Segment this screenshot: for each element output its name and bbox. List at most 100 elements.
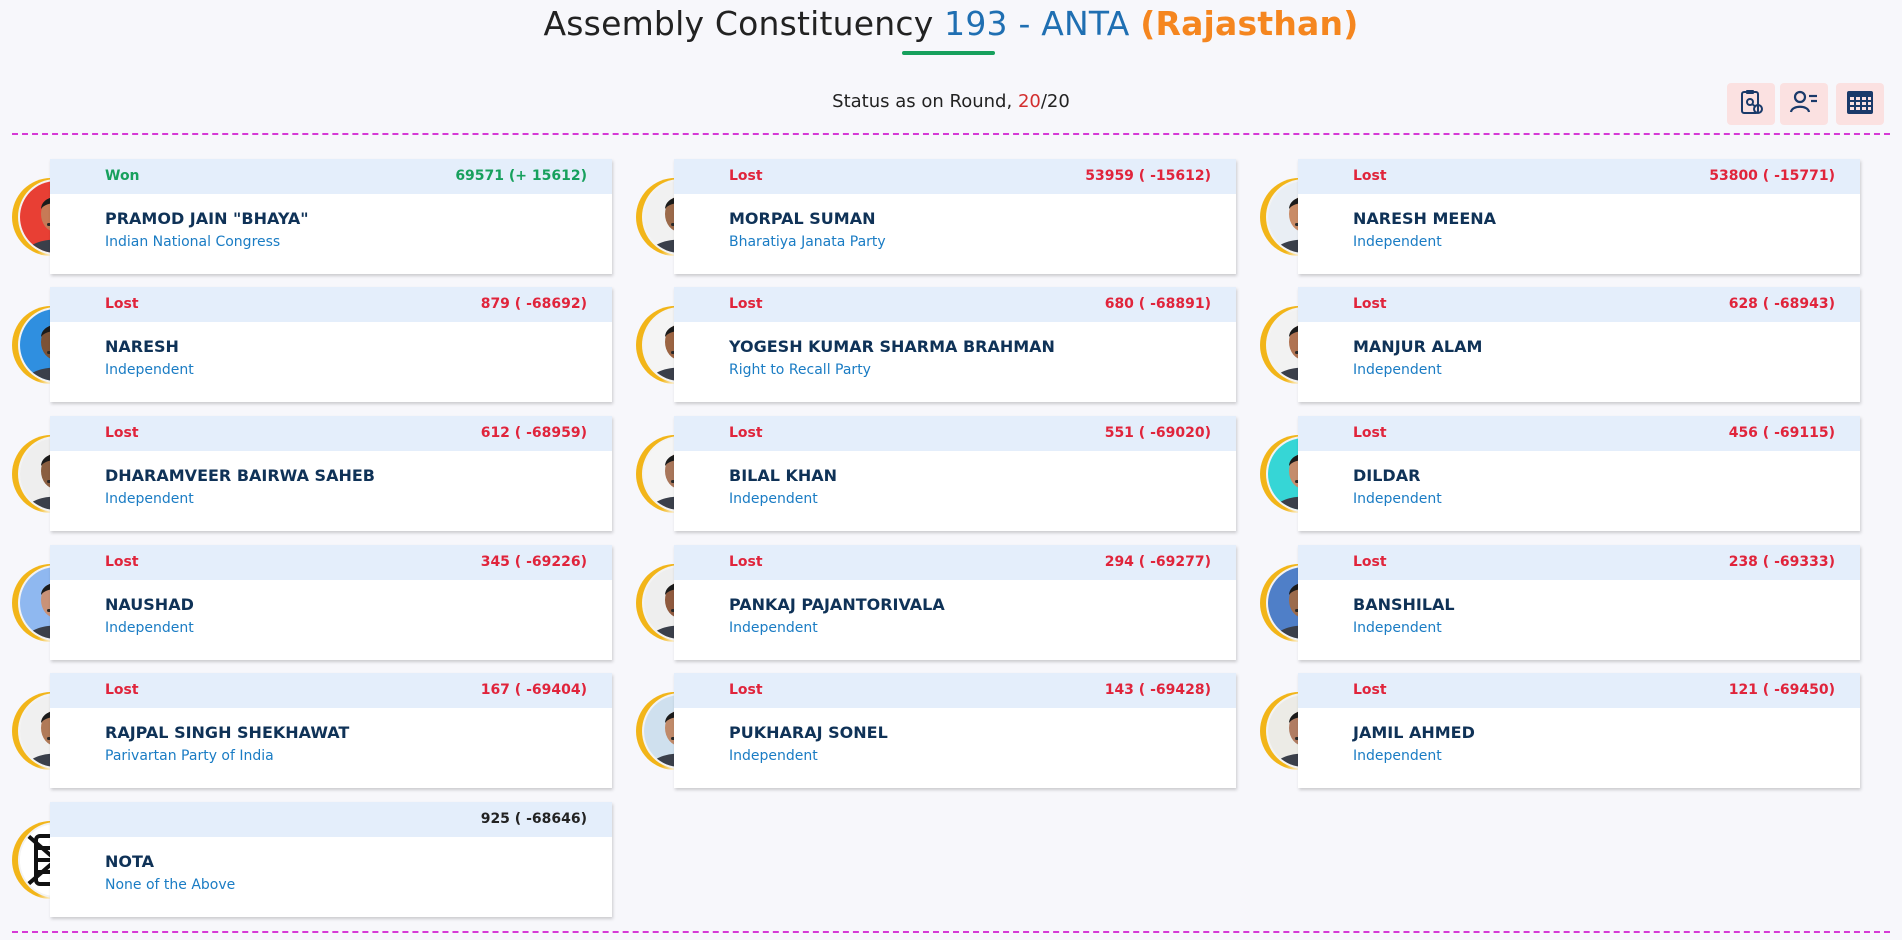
candidate-card-body: 925 ( -68646) NOTA None of the Above [50, 802, 612, 917]
result-status: Lost [729, 425, 763, 441]
party-name: Right to Recall Party [729, 362, 871, 378]
vote-count: 680 ( -68891) [1104, 296, 1211, 312]
vote-count: 238 ( -69333) [1728, 554, 1835, 570]
vote-count: 143 ( -69428) [1104, 682, 1211, 698]
candidate-card-body: Lost 551 ( -69020) BILAL KHAN Independen… [674, 416, 1236, 531]
title-prefix: Assembly Constituency [543, 4, 934, 43]
candidate-card[interactable]: Lost 680 ( -68891) YOGESH KUMAR SHARMA B… [630, 287, 1236, 402]
candidate-name: DHARAMVEER BAIRWA SAHEB [105, 466, 375, 485]
vote-count: 167 ( -69404) [480, 682, 587, 698]
result-status: Lost [105, 554, 139, 570]
candidate-card[interactable]: Lost 879 ( -68692) NARESH Independent [6, 287, 612, 402]
current-round: 20 [1017, 91, 1041, 112]
party-name: None of the Above [105, 877, 236, 893]
candidate-card-body: Lost 53800 ( -15771) NARESH MEENA Indepe… [1298, 159, 1860, 274]
result-status: Lost [729, 168, 763, 184]
party-name: Bharatiya Janata Party [729, 234, 886, 250]
candidate-card[interactable]: Won 69571 (+ 15612) PRAMOD JAIN "BHAYA" … [6, 159, 612, 274]
result-status: Lost [1353, 554, 1387, 570]
candidate-card[interactable]: Lost 53959 ( -15612) MORPAL SUMAN Bharat… [630, 159, 1236, 274]
candidate-name: NARESH [105, 337, 179, 356]
candidate-card-body: Lost 680 ( -68891) YOGESH KUMAR SHARMA B… [674, 287, 1236, 402]
result-status: Lost [105, 682, 139, 698]
party-name: Independent [1353, 491, 1442, 507]
candidate-card[interactable]: Lost 238 ( -69333) BANSHILAL Independent [1254, 545, 1860, 660]
candidate-card-body: Lost 238 ( -69333) BANSHILAL Independent [1298, 545, 1860, 660]
candidate-name: DILDAR [1353, 466, 1421, 485]
candidate-card-body: Won 69571 (+ 15612) PRAMOD JAIN "BHAYA" … [50, 159, 612, 274]
candidate-card[interactable]: Lost 345 ( -69226) NAUSHAD Independent [6, 545, 612, 660]
candidate-name: PANKAJ PAJANTORIVALA [729, 595, 945, 614]
candidate-card-body: Lost 628 ( -68943) MANJUR ALAM Independe… [1298, 287, 1860, 402]
party-name: Independent [729, 491, 818, 507]
clipboard-chart-icon [1736, 87, 1766, 121]
round-status-label: Status as on Round, [832, 91, 1013, 112]
vote-count: 121 ( -69450) [1728, 682, 1835, 698]
state-name: (Rajasthan) [1140, 4, 1359, 43]
candidate-name: MORPAL SUMAN [729, 209, 876, 228]
vote-count: 53800 ( -15771) [1709, 168, 1835, 184]
vote-count: 53959 ( -15612) [1085, 168, 1211, 184]
candidate-card[interactable]: Lost 294 ( -69277) PANKAJ PAJANTORIVALA … [630, 545, 1236, 660]
candidate-card-body: Lost 612 ( -68959) DHARAMVEER BAIRWA SAH… [50, 416, 612, 531]
candidate-card-body: Lost 345 ( -69226) NAUSHAD Independent [50, 545, 612, 660]
calendar-grid-button[interactable] [1836, 83, 1884, 125]
candidate-card[interactable]: Lost 121 ( -69450) JAMIL AHMED Independe… [1254, 673, 1860, 788]
vote-count: 925 ( -68646) [480, 811, 587, 827]
party-name: Indian National Congress [105, 234, 281, 250]
party-name: Independent [729, 748, 818, 764]
candidate-name: YOGESH KUMAR SHARMA BRAHMAN [729, 337, 1055, 356]
result-status: Lost [1353, 682, 1387, 698]
party-name: Independent [729, 620, 818, 636]
party-name: Independent [1353, 748, 1442, 764]
result-status: Lost [105, 425, 139, 441]
result-status: Lost [1353, 168, 1387, 184]
top-divider [12, 133, 1890, 135]
candidate-card[interactable]: Lost 53800 ( -15771) NARESH MEENA Indepe… [1254, 159, 1860, 274]
page-title: Assembly Constituency 193 - ANTA (Rajast… [0, 4, 1902, 43]
vote-count: 551 ( -69020) [1104, 425, 1211, 441]
candidate-card-body: Lost 294 ( -69277) PANKAJ PAJANTORIVALA … [674, 545, 1236, 660]
candidate-card[interactable]: Lost 456 ( -69115) DILDAR Independent [1254, 416, 1860, 531]
vote-count: 69571 (+ 15612) [455, 168, 587, 184]
candidate-card[interactable]: Lost 167 ( -69404) RAJPAL SINGH SHEKHAWA… [6, 673, 612, 788]
result-status: Lost [729, 296, 763, 312]
user-list-button[interactable] [1780, 83, 1828, 125]
candidate-card-body: Lost 167 ( -69404) RAJPAL SINGH SHEKHAWA… [50, 673, 612, 788]
candidate-name: BANSHILAL [1353, 595, 1455, 614]
candidate-name: RAJPAL SINGH SHEKHAWAT [105, 723, 350, 742]
result-status: Lost [1353, 296, 1387, 312]
clipboard-chart-button[interactable] [1727, 83, 1775, 125]
party-name: Independent [105, 491, 194, 507]
vote-count: 612 ( -68959) [480, 425, 587, 441]
result-status: Lost [1353, 425, 1387, 441]
vote-count: 345 ( -69226) [480, 554, 587, 570]
candidate-card[interactable]: Lost 551 ( -69020) BILAL KHAN Independen… [630, 416, 1236, 531]
constituency-number: 193 [944, 4, 1008, 43]
party-name: Independent [105, 620, 194, 636]
vote-count: 879 ( -68692) [480, 296, 587, 312]
candidate-card-body: Lost 879 ( -68692) NARESH Independent [50, 287, 612, 402]
candidate-name: NARESH MEENA [1353, 209, 1497, 228]
candidate-card[interactable]: Lost 628 ( -68943) MANJUR ALAM Independe… [1254, 287, 1860, 402]
candidate-card[interactable]: Lost 143 ( -69428) PUKHARAJ SONEL Indepe… [630, 673, 1236, 788]
candidate-card-body: Lost 143 ( -69428) PUKHARAJ SONEL Indepe… [674, 673, 1236, 788]
vote-count: 628 ( -68943) [1728, 296, 1835, 312]
title-underline [902, 51, 995, 55]
candidate-name: BILAL KHAN [729, 466, 838, 485]
candidate-name: MANJUR ALAM [1353, 337, 1483, 356]
candidate-card[interactable]: 925 ( -68646) NOTA None of the Above [6, 802, 612, 917]
candidate-card-body: Lost 53959 ( -15612) MORPAL SUMAN Bharat… [674, 159, 1236, 274]
result-status: Lost [105, 296, 139, 312]
candidate-card-body: Lost 456 ( -69115) DILDAR Independent [1298, 416, 1860, 531]
candidate-name: JAMIL AHMED [1353, 723, 1475, 742]
party-name: Independent [1353, 234, 1442, 250]
candidate-card[interactable]: Lost 612 ( -68959) DHARAMVEER BAIRWA SAH… [6, 416, 612, 531]
total-rounds: 20 [1046, 91, 1070, 112]
constituency-name: - ANTA [1018, 4, 1130, 43]
party-name: Parivartan Party of India [105, 748, 274, 764]
vote-count: 456 ( -69115) [1728, 425, 1835, 441]
candidate-name: NAUSHAD [105, 595, 194, 614]
user-list-icon [1789, 87, 1819, 121]
vote-count: 294 ( -69277) [1104, 554, 1211, 570]
